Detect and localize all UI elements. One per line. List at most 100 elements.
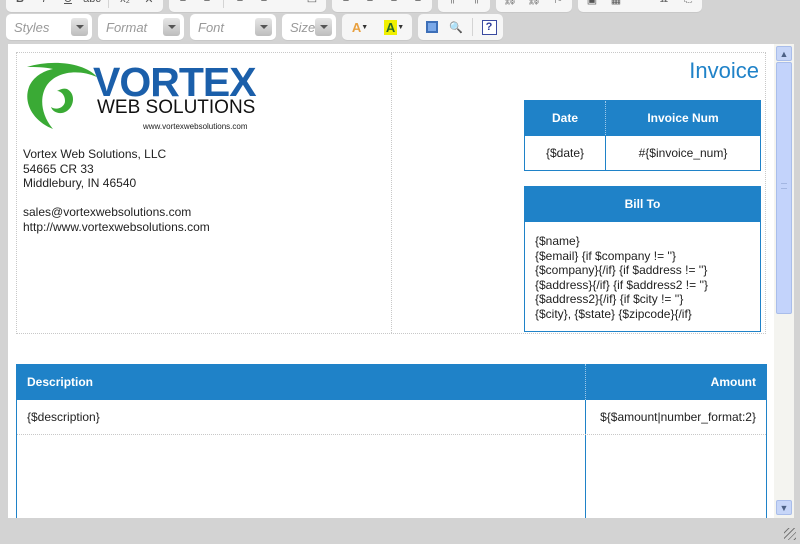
subscript-icon[interactable]: x₂ [117, 0, 133, 7]
line-items-table: Description Amount {$description} ${$amo… [16, 364, 767, 518]
format-dropdown-label: Format [106, 19, 148, 35]
toolbar-group-insert: ▣ ▦ ― Ω ⎘ [578, 0, 702, 12]
invoice-meta-table: Date Invoice Num {$date} #{$invoice_num} [524, 100, 761, 171]
format-dropdown[interactable]: Format [98, 14, 184, 40]
company-website: http://www.vortexwebsolutions.com [23, 219, 210, 234]
empty-cell [17, 435, 586, 518]
table-icon[interactable]: ▦ [608, 0, 624, 7]
vertical-scrollbar[interactable]: ▲ ▼ [774, 44, 794, 518]
toolbar-row-1: B I U abc x₂ ✕ ≡ ≡ ≡ ≡ ” ▭ ≡ ≡ ≡ ≡ ¶ ¶ [6, 0, 702, 14]
toolbar-group-lists: ≡ ≡ ≡ ≡ ” ▭ [169, 0, 326, 12]
bill-to-header: Bill To [525, 187, 760, 222]
anchor-icon[interactable]: ⚑ [550, 0, 566, 7]
underline-icon[interactable]: U [60, 0, 76, 7]
page-break-icon[interactable]: ⎘ [680, 0, 696, 7]
bill-to-line: {$address2}{/if} {if $city != ''} [535, 292, 684, 306]
logo-url: www.vortexwebsolutions.com [143, 122, 248, 131]
bill-to-table: Bill To {$name} {$email} {if $company !=… [524, 186, 761, 332]
toolbar-group-direction: ¶ ¶ [438, 0, 490, 12]
text-color-button[interactable]: A ▼ [348, 19, 372, 35]
scroll-thumb[interactable] [776, 62, 792, 314]
text-color-icon: A [351, 19, 362, 35]
bill-to-line: {$email} {if $company != ''} [535, 248, 677, 263]
bill-to-line: {$address}{/if} {if $address2 != ''} [535, 277, 709, 292]
maximize-icon[interactable] [424, 19, 440, 35]
link-icon[interactable]: ⛓ [502, 0, 518, 7]
toolbar-group-colors: A ▼ A ▼ [342, 14, 412, 40]
indent-icon[interactable]: ≡ [256, 0, 272, 7]
size-dropdown-label: Size [290, 19, 316, 35]
toolbar-row-2: Styles Format Font Size A ▼ A ▼ 🔍 ? [6, 14, 503, 42]
font-dropdown-label: Font [198, 19, 225, 35]
background-color-icon: A [383, 19, 398, 35]
empty-row [17, 435, 766, 518]
date-header: Date [524, 100, 606, 136]
outdent-icon[interactable]: ≡ [232, 0, 248, 7]
chevron-down-icon [315, 18, 332, 36]
amount-cell: ${$amount|number_format:2} [600, 410, 756, 424]
toolbar-group-tools: 🔍 ? [418, 14, 503, 40]
help-button[interactable]: ? [481, 19, 497, 35]
company-name: Vortex Web Solutions, LLC [23, 147, 167, 161]
styles-dropdown-label: Styles [14, 19, 50, 35]
header-column-divider [391, 53, 392, 333]
special-char-icon[interactable]: Ω [656, 0, 672, 7]
toolbar-group-basic: B I U abc x₂ ✕ [6, 0, 163, 12]
styles-dropdown[interactable]: Styles [6, 14, 92, 40]
rich-text-editor: B I U abc x₂ ✕ ≡ ≡ ≡ ≡ ” ▭ ≡ ≡ ≡ ≡ ¶ ¶ [0, 0, 800, 544]
header-layout-table: VORTEX WEB SOLUTIONS www.vortexwebsoluti… [16, 52, 766, 334]
help-icon: ? [481, 19, 497, 35]
chevron-down-icon [71, 18, 88, 36]
toolbar-separator [108, 0, 109, 8]
toolbar-separator [472, 18, 473, 36]
company-street: 54665 CR 33 [23, 161, 94, 176]
toolbar-separator [223, 0, 224, 8]
company-city: Middlebury, IN 46540 [23, 176, 137, 190]
chevron-up-icon: ▲ [779, 48, 789, 59]
company-logo: VORTEX WEB SOLUTIONS www.vortexwebsoluti… [23, 59, 263, 135]
chevron-down-icon [163, 18, 180, 36]
line-items-header: Description Amount [17, 364, 766, 400]
numbered-list-icon[interactable]: ≡ [175, 0, 191, 7]
invoice-title: Invoice [689, 58, 759, 83]
date-value: {$date} [524, 135, 606, 171]
unlink-icon[interactable]: ⛓ [526, 0, 542, 7]
editor-document[interactable]: VORTEX WEB SOLUTIONS www.vortexwebsoluti… [8, 44, 774, 518]
font-dropdown[interactable]: Font [190, 14, 276, 40]
show-blocks-icon[interactable]: 🔍 [448, 19, 464, 35]
toolbar-group-links: ⛓ ⛓ ⚑ [496, 0, 572, 12]
amount-header: Amount [710, 375, 756, 389]
description-header: Description [17, 364, 586, 400]
strikethrough-icon[interactable]: abc [83, 0, 101, 7]
rtl-icon[interactable]: ¶ [468, 0, 484, 7]
bill-to-line: {$name} [535, 234, 580, 248]
invoice-num-value: #{$invoice_num} [605, 135, 761, 171]
bold-icon[interactable]: B [12, 0, 28, 7]
justify-icon[interactable]: ≡ [410, 0, 426, 7]
blockquote-icon[interactable]: ” [280, 0, 296, 7]
horizontal-rule-icon[interactable]: ― [632, 0, 648, 7]
ltr-icon[interactable]: ¶ [444, 0, 460, 7]
company-email: sales@vortexwebsolutions.com [23, 205, 192, 219]
vortex-swirl-icon [27, 62, 97, 130]
background-color-button[interactable]: A ▼ [382, 19, 406, 35]
italic-icon[interactable]: I [36, 0, 52, 7]
resize-handle[interactable] [784, 528, 796, 540]
scroll-up-button[interactable]: ▲ [776, 46, 792, 61]
chevron-down-icon [255, 18, 272, 36]
div-icon[interactable]: ▭ [304, 0, 320, 7]
size-dropdown[interactable]: Size [282, 14, 336, 40]
align-center-icon[interactable]: ≡ [362, 0, 378, 7]
company-address: Vortex Web Solutions, LLC 54665 CR 33 Mi… [23, 147, 210, 234]
logo-tagline: WEB SOLUTIONS [97, 97, 256, 118]
grip-icon [781, 183, 787, 189]
bulleted-list-icon[interactable]: ≡ [199, 0, 215, 7]
image-icon[interactable]: ▣ [584, 0, 600, 7]
scroll-down-button[interactable]: ▼ [776, 500, 792, 515]
table-row: {$description} ${$amount|number_format:2… [17, 400, 766, 435]
bill-to-body: {$name} {$email} {if $company != ''} {$c… [525, 222, 760, 331]
align-left-icon[interactable]: ≡ [338, 0, 354, 7]
remove-format-icon[interactable]: ✕ [141, 0, 157, 7]
align-right-icon[interactable]: ≡ [386, 0, 402, 7]
